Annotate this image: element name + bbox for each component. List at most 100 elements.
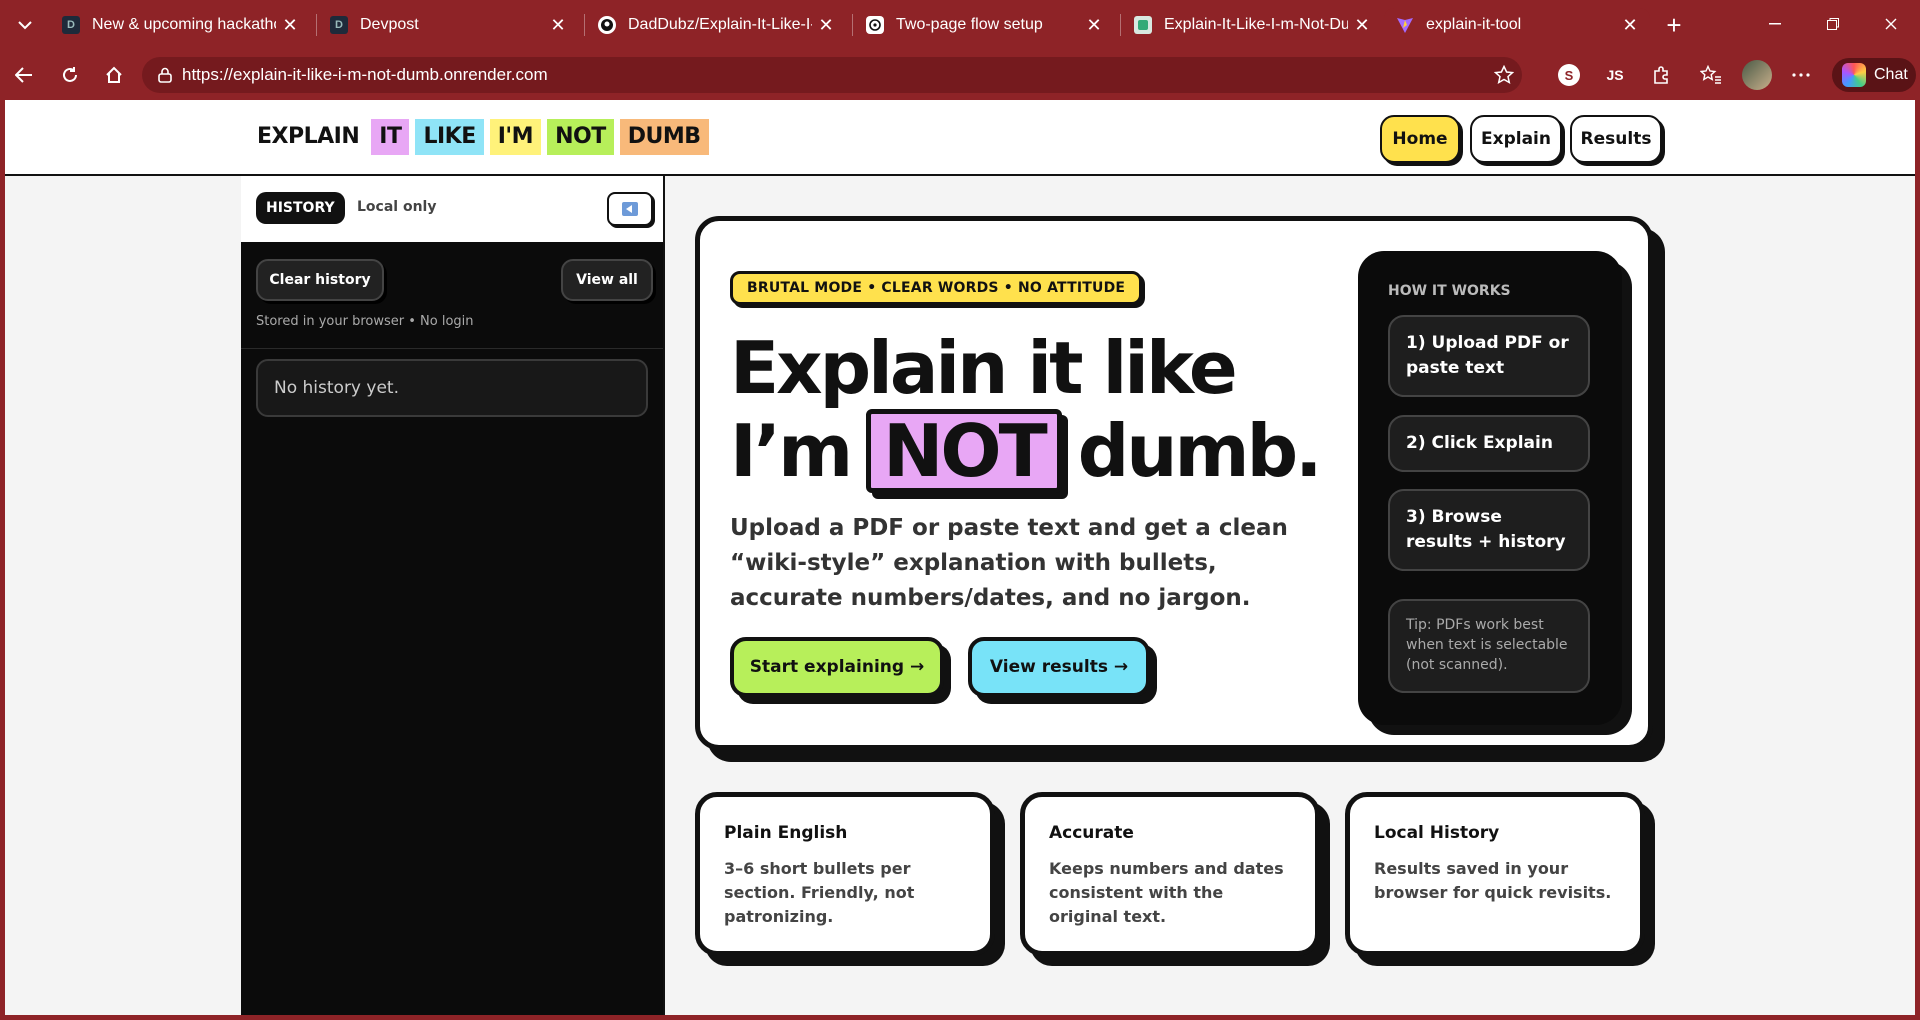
extension-js-icon[interactable]: JS	[1600, 60, 1630, 90]
start-explaining-button[interactable]: Start explaining →	[730, 637, 944, 697]
favorites-icon[interactable]	[1696, 60, 1726, 90]
favorite-star-icon[interactable]	[1486, 65, 1522, 85]
history-pill: HISTORY	[256, 192, 345, 224]
feature-card-accurate: Accurate Keeps numbers and dates consist…	[1020, 792, 1320, 956]
hero-title-line2: I’m NOT dumb.	[730, 409, 1323, 493]
tab-title: Devpost	[360, 16, 419, 33]
extensions-puzzle-icon[interactable]	[1646, 60, 1676, 90]
tab-divider	[316, 14, 317, 36]
profile-avatar[interactable]	[1742, 60, 1772, 90]
nav-explain[interactable]: Explain	[1470, 115, 1562, 163]
close-icon[interactable]: ✕	[1616, 11, 1644, 39]
close-icon[interactable]: ✕	[1348, 11, 1376, 39]
hero-title-line1: Explain it like	[730, 326, 1238, 410]
devpost-icon: D	[62, 16, 80, 34]
feature-title: Accurate	[1049, 823, 1134, 843]
tab-render[interactable]: Explain-It-Like-I-m-Not-Dumb ✕	[1122, 8, 1382, 42]
feature-body: Keeps numbers and dates consistent with …	[1049, 859, 1284, 926]
history-empty-state: No history yet.	[256, 359, 648, 417]
clear-history-button[interactable]: Clear history	[256, 259, 384, 301]
tab-explain-it-tool[interactable]: explain-it-tool ✕	[1384, 8, 1650, 42]
view-results-button[interactable]: View results →	[968, 637, 1150, 697]
render-icon	[1134, 16, 1152, 34]
logo-word: EXPLAIN	[257, 124, 360, 149]
tab-devpost[interactable]: D Devpost ✕	[318, 8, 578, 42]
hero-title-post: dumb.	[1077, 409, 1323, 493]
view-all-button[interactable]: View all	[561, 259, 653, 301]
pdf-tip: Tip: PDFs work best when text is selecta…	[1388, 599, 1590, 693]
logo-word: IT	[371, 119, 410, 155]
tab-actions-menu[interactable]	[8, 9, 42, 41]
tab-hackathons[interactable]: D New & upcoming hackathons ✕	[50, 8, 310, 42]
close-icon[interactable]: ✕	[812, 11, 840, 39]
tab-title: explain-it-tool	[1426, 16, 1522, 33]
how-step-1: 1) Upload PDF or paste text	[1388, 315, 1590, 397]
browser-toolbar: https://explain-it-like-i-m-not-dumb.onr…	[0, 50, 1920, 100]
chatgpt-icon	[866, 16, 884, 34]
extension-s-icon[interactable]: S	[1554, 60, 1584, 90]
address-bar[interactable]: https://explain-it-like-i-m-not-dumb.onr…	[142, 57, 1522, 93]
collapse-sidebar-button[interactable]	[607, 192, 653, 226]
tab-title: Explain-It-Like-I-m-Not-Dumb	[1164, 16, 1348, 33]
how-step-3: 3) Browse results + history	[1388, 489, 1590, 571]
feature-card-local-history: Local History Results saved in your brow…	[1345, 792, 1645, 956]
back-icon[interactable]	[8, 59, 40, 91]
site-header: EXPLAIN IT LIKE I'M NOT DUMB Home Explai…	[5, 100, 1915, 176]
sidebar-collapse-icon	[622, 202, 638, 216]
hero-title: Explain it like I’m NOT dumb.	[730, 326, 1323, 493]
nav-home[interactable]: Home	[1380, 115, 1460, 163]
chevron-down-icon	[18, 21, 32, 30]
restore-icon[interactable]	[1810, 8, 1856, 40]
site-logo[interactable]: EXPLAIN IT LIKE I'M NOT DUMB	[257, 119, 715, 155]
feature-title: Plain English	[724, 823, 848, 843]
storage-scope-label: Local only	[357, 199, 437, 215]
tab-strip: D New & upcoming hackathons ✕ D Devpost …	[0, 0, 1920, 50]
new-tab-button[interactable]: +	[1658, 10, 1690, 40]
chat-label: Chat	[1874, 66, 1908, 83]
tab-title: Two-page flow setup	[896, 16, 1043, 33]
logo-word: I'M	[489, 119, 542, 155]
how-step-2: 2) Click Explain	[1388, 415, 1590, 472]
hero-lead: Upload a PDF or paste text and get a cle…	[730, 515, 1288, 611]
home-icon[interactable]	[98, 59, 130, 91]
more-options-icon[interactable]	[1786, 60, 1816, 90]
vite-icon	[1396, 16, 1414, 34]
devpost-icon: D	[330, 16, 348, 34]
tab-divider	[584, 14, 585, 36]
feature-body: 3–6 short bullets per section. Friendly,…	[724, 859, 915, 926]
feature-title: Local History	[1374, 823, 1500, 843]
minimize-icon[interactable]	[1752, 8, 1798, 40]
tab-title: DadDubz/Explain-It-Like-I-m-Not-Dumb	[628, 16, 812, 33]
sidebar-divider	[241, 348, 663, 349]
hero-title-highlight: NOT	[866, 409, 1062, 493]
how-it-works-panel: HOW IT WORKS 1) Upload PDF or paste text…	[1358, 251, 1622, 725]
copilot-icon	[1842, 63, 1866, 87]
copilot-chat-button[interactable]: Chat	[1832, 58, 1916, 92]
tab-github[interactable]: DadDubz/Explain-It-Like-I-m-Not-Dumb ✕	[586, 8, 846, 42]
storage-note: Stored in your browser • No login	[256, 314, 474, 329]
feature-body: Results saved in your browser for quick …	[1374, 859, 1612, 902]
close-icon[interactable]: ✕	[1080, 11, 1108, 39]
url-text[interactable]: https://explain-it-like-i-m-not-dumb.onr…	[182, 65, 1486, 85]
hero-card: BRUTAL MODE • CLEAR WORDS • NO ATTITUDE …	[695, 216, 1653, 750]
page-viewport: EXPLAIN IT LIKE I'M NOT DUMB Home Explai…	[5, 100, 1915, 1015]
sidebar-header: HISTORY Local only	[241, 176, 663, 242]
history-sidebar: HISTORY Local only Clear history View al…	[241, 176, 665, 1015]
site-info-icon[interactable]	[148, 67, 182, 83]
tab-divider	[852, 14, 853, 36]
close-window-icon[interactable]	[1868, 8, 1914, 40]
tab-divider	[1120, 14, 1121, 36]
how-it-works-heading: HOW IT WORKS	[1388, 283, 1511, 299]
nav-results[interactable]: Results	[1570, 115, 1662, 163]
hero-title-pre: I’m	[730, 409, 853, 493]
logo-word: DUMB	[619, 119, 709, 155]
close-icon[interactable]: ✕	[544, 11, 572, 39]
tab-title: New & upcoming hackathons	[92, 16, 276, 33]
logo-word: LIKE	[415, 119, 484, 155]
github-icon	[598, 16, 616, 34]
tab-chatgpt[interactable]: Two-page flow setup ✕	[854, 8, 1114, 42]
refresh-icon[interactable]	[54, 59, 86, 91]
mode-badge: BRUTAL MODE • CLEAR WORDS • NO ATTITUDE	[730, 271, 1143, 305]
logo-word: NOT	[547, 119, 614, 155]
close-icon[interactable]: ✕	[276, 11, 304, 39]
